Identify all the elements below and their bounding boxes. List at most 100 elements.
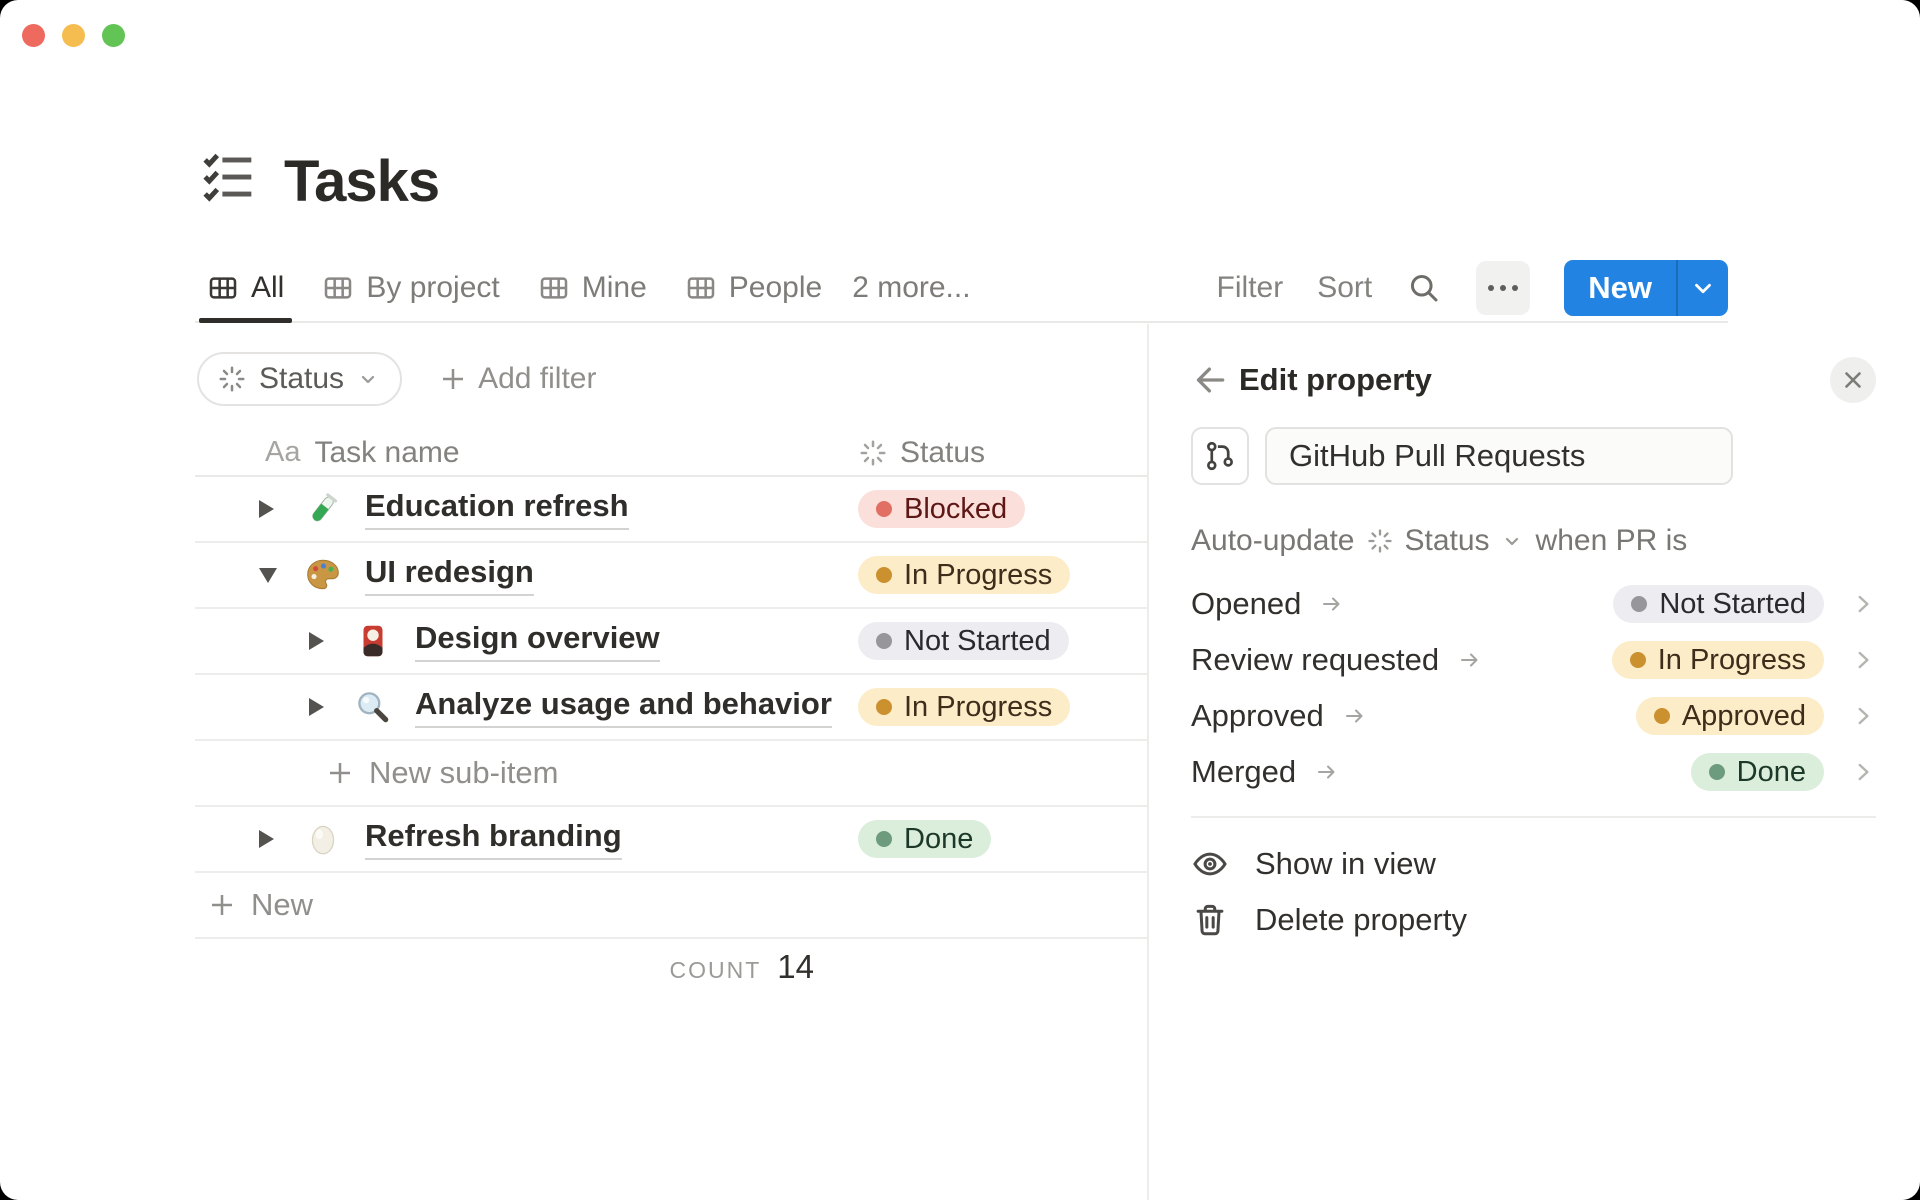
status-dot-icon — [876, 633, 892, 649]
tab-more-views[interactable]: 2 more... — [848, 254, 982, 321]
status-pill[interactable]: Blocked — [858, 490, 1026, 528]
column-header-task-name[interactable]: Aa Task name — [195, 436, 858, 470]
status-filter-label: Status — [259, 362, 345, 395]
new-button-group: New — [1564, 259, 1728, 316]
status-label: Done — [1736, 755, 1806, 788]
chevron-right-icon[interactable] — [1850, 759, 1876, 785]
task-emoji-egg-icon — [303, 820, 343, 858]
status-label: In Progress — [904, 690, 1053, 723]
back-button[interactable] — [1191, 360, 1231, 400]
plus-icon — [212, 895, 232, 915]
arrow-right-icon — [1318, 765, 1335, 779]
status-pill[interactable]: Not Started — [1613, 585, 1824, 623]
status-burst-icon — [1368, 529, 1393, 553]
table-footer-count[interactable]: COUNT 14 — [195, 948, 850, 986]
auto-update-property-selector[interactable]: Status — [1366, 524, 1523, 558]
mapping-row-opened[interactable]: Opened Not Started — [1191, 576, 1876, 632]
table-row[interactable]: Analyze usage and behavior In Progress — [195, 675, 1147, 741]
filter-bar: Status Add filter — [197, 352, 596, 406]
expand-toggle-icon[interactable] — [309, 632, 331, 650]
more-options-button[interactable] — [1476, 260, 1531, 315]
status-dot-icon — [876, 567, 892, 583]
status-pill[interactable]: In Progress — [1611, 641, 1824, 679]
task-name-link[interactable]: Refresh branding — [365, 818, 622, 860]
status-pill[interactable]: Approved — [1635, 697, 1824, 735]
tab-label: By project — [366, 270, 500, 304]
new-row-label: New — [251, 887, 314, 922]
expand-toggle-icon[interactable] — [309, 698, 331, 716]
tab-people[interactable]: People — [673, 254, 834, 321]
status-pill[interactable]: Not Started — [858, 622, 1069, 660]
task-name-link[interactable]: Analyze usage and behavior — [415, 686, 832, 728]
column-header-status[interactable]: Status — [858, 436, 1147, 470]
mapping-row-review-requested[interactable]: Review requested In Progress — [1191, 632, 1876, 688]
tab-label: People — [728, 270, 823, 304]
expand-toggle-icon[interactable] — [259, 568, 281, 583]
close-panel-button[interactable] — [1830, 357, 1876, 403]
zoom-window-button[interactable] — [102, 24, 125, 47]
task-emoji-test-tube-icon — [303, 490, 343, 528]
new-button-dropdown[interactable] — [1678, 260, 1728, 316]
tab-label: 2 more... — [852, 270, 971, 304]
column-label: Status — [900, 435, 986, 469]
chevron-down-icon — [1505, 537, 1518, 546]
pr-event-label: Review requested — [1191, 642, 1440, 677]
git-pull-request-icon[interactable] — [1191, 427, 1249, 485]
table-header-row: Aa Task name Status — [195, 430, 1147, 477]
show-in-view-button[interactable]: Show in view — [1191, 836, 1876, 892]
task-emoji-magnifier-icon — [353, 688, 393, 726]
search-icon[interactable] — [1406, 270, 1442, 306]
table-view-icon — [325, 276, 352, 299]
status-label: In Progress — [904, 558, 1053, 591]
tab-by-project[interactable]: By project — [310, 254, 511, 321]
status-dot-icon — [876, 501, 892, 517]
tab-mine[interactable]: Mine — [526, 254, 659, 321]
pr-event-label: Merged — [1191, 754, 1297, 789]
chevron-right-icon[interactable] — [1850, 591, 1876, 617]
close-icon — [1845, 372, 1861, 388]
status-pill[interactable]: Done — [858, 820, 992, 858]
expand-toggle-icon[interactable] — [259, 500, 281, 518]
chevron-right-icon[interactable] — [1850, 647, 1876, 673]
chevron-down-icon — [1695, 283, 1711, 293]
mapping-row-approved[interactable]: Approved Approved — [1191, 688, 1876, 744]
table-row[interactable]: Design overview Not Started — [195, 609, 1147, 675]
auto-update-suffix: when PR is — [1535, 524, 1688, 557]
add-filter-button[interactable]: Add filter — [438, 362, 596, 396]
edit-property-panel: Edit property Auto-update Status when PR… — [1149, 324, 1920, 1200]
sort-button[interactable]: Sort — [1317, 271, 1372, 305]
mapping-row-merged[interactable]: Merged Done — [1191, 744, 1876, 800]
pr-event-label: Opened — [1191, 586, 1302, 621]
plus-icon — [330, 763, 350, 783]
task-name-link[interactable]: Design overview — [415, 620, 660, 662]
status-pill[interactable]: In Progress — [858, 556, 1071, 594]
view-toolbar: Filter Sort New — [1217, 259, 1728, 316]
auto-update-prefix: Auto-update — [1191, 524, 1355, 557]
status-pill[interactable]: Done — [1690, 753, 1824, 791]
new-sub-item-button[interactable]: New sub-item — [195, 741, 1147, 807]
arrow-right-icon — [1461, 653, 1478, 667]
table-row[interactable]: UI redesign In Progress — [195, 543, 1147, 609]
page-title: Tasks — [284, 149, 440, 214]
property-name-input[interactable] — [1265, 427, 1733, 485]
minimize-window-button[interactable] — [62, 24, 85, 47]
filter-button[interactable]: Filter — [1217, 271, 1284, 305]
close-window-button[interactable] — [22, 24, 45, 47]
tab-all[interactable]: All — [195, 254, 296, 323]
auto-update-rule: Auto-update Status when PR is — [1191, 524, 1687, 558]
text-property-icon: Aa — [265, 436, 301, 468]
delete-property-button[interactable]: Delete property — [1191, 892, 1876, 948]
auto-update-property-label: Status — [1404, 524, 1490, 557]
task-name-link[interactable]: UI redesign — [365, 554, 534, 596]
new-button[interactable]: New — [1564, 260, 1676, 316]
new-row-button[interactable]: New — [195, 873, 1147, 939]
chevron-right-icon[interactable] — [1850, 703, 1876, 729]
property-name-row — [1191, 427, 1733, 485]
table-row[interactable]: Education refresh Blocked — [195, 477, 1147, 543]
status-pill[interactable]: In Progress — [858, 688, 1071, 726]
task-name-link[interactable]: Education refresh — [365, 488, 629, 530]
table-row[interactable]: Refresh branding Done — [195, 807, 1147, 873]
count-label: COUNT — [669, 957, 762, 983]
status-filter-chip[interactable]: Status — [197, 352, 403, 406]
expand-toggle-icon[interactable] — [259, 830, 281, 848]
